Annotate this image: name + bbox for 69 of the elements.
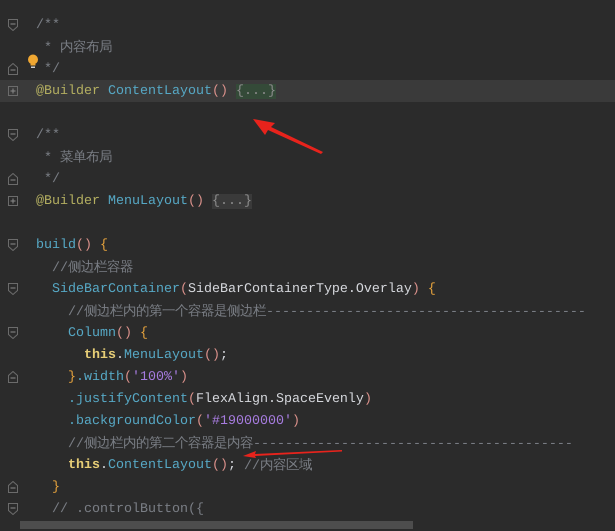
arrow-annotation — [253, 119, 325, 155]
fold-icon[interactable] — [8, 327, 18, 339]
fold-icon[interactable] — [8, 173, 18, 185]
fold-icon[interactable] — [8, 129, 18, 141]
code-punctuation: () — [76, 238, 93, 252]
code-brace: { — [100, 238, 108, 252]
code-text: ; — [220, 348, 228, 362]
code-brace: } — [50, 480, 60, 494]
code-punctuation: () — [204, 348, 220, 362]
code-brace: { — [140, 326, 148, 340]
code-comment: //侧边栏内的第二个容器是内容---------------------------------------- — [66, 434, 573, 452]
code-punctuation: () — [212, 458, 228, 472]
horizontal-scrollbar[interactable] — [20, 521, 413, 529]
code-punctuation: () — [212, 84, 229, 98]
code-identifier: .justifyContent — [66, 392, 188, 406]
code-identifier: .width — [76, 370, 124, 384]
code-comment: * 菜单布局 — [42, 149, 112, 166]
fold-icon[interactable] — [8, 283, 18, 295]
code-identifier: MenuLayout — [108, 194, 188, 208]
code-punctuation: ( — [180, 282, 188, 296]
code-identifier: SideBarContainer — [50, 282, 180, 296]
fold-icon[interactable] — [8, 503, 18, 515]
fold-icon[interactable] — [8, 63, 18, 75]
fold-icon[interactable] — [8, 371, 18, 383]
code-brace: { — [428, 282, 436, 296]
fold-icon[interactable] — [8, 19, 18, 31]
code-text: . — [116, 348, 124, 362]
code-comment: // .controlButton({ — [50, 502, 204, 516]
folded-code[interactable]: {...} — [236, 84, 276, 98]
code-annotation: @Builder — [36, 194, 101, 208]
folded-code[interactable]: {...} — [212, 194, 252, 208]
code-string: '100%' — [132, 370, 180, 384]
lightbulb-icon[interactable] — [27, 54, 39, 68]
code-text: FlexAlign.SpaceEvenly — [196, 392, 364, 406]
expand-icon[interactable] — [8, 196, 18, 206]
code-punctuation: ( — [124, 370, 132, 384]
code-keyword: this — [66, 458, 100, 472]
code-punctuation: ( — [188, 392, 196, 406]
code-comment: /** — [36, 128, 60, 142]
code-comment: //内容区域 — [244, 456, 312, 474]
code-text: . — [100, 458, 108, 472]
fold-icon[interactable] — [8, 481, 18, 493]
code-identifier: build — [36, 238, 76, 252]
code-punctuation: () — [188, 194, 205, 208]
code-identifier: ContentLayout — [108, 458, 212, 472]
code-string: '#19000000' — [204, 414, 292, 428]
code-comment: */ — [42, 172, 60, 186]
code-identifier: MenuLayout — [124, 348, 204, 362]
code-comment: */ — [42, 62, 60, 76]
code-comment: /** — [36, 18, 60, 32]
code-text: SideBarContainerType.Overlay — [188, 282, 412, 296]
code-comment: * 内容布局 — [42, 38, 112, 56]
code-punctuation: ) — [292, 414, 300, 428]
code-comment: //侧边栏内的第一个容器是侧边栏---------------------------------------- — [66, 302, 586, 320]
code-punctuation: ) — [180, 370, 188, 384]
expand-icon[interactable] — [8, 86, 18, 96]
code-punctuation: ) — [364, 392, 372, 406]
code-brace: } — [66, 370, 76, 384]
code-identifier: Column — [66, 326, 116, 340]
code-identifier: .backgroundColor — [66, 414, 196, 428]
code-punctuation: () — [116, 326, 133, 340]
fold-icon[interactable] — [8, 239, 18, 251]
code-annotation: @Builder — [36, 84, 101, 98]
code-comment: //侧边栏容器 — [50, 258, 133, 276]
code-punctuation: ( — [196, 414, 204, 428]
code-identifier: ContentLayout — [108, 84, 212, 98]
code-keyword: this — [82, 348, 116, 362]
code-text: ; — [228, 458, 237, 472]
code-punctuation: ) — [412, 282, 421, 296]
